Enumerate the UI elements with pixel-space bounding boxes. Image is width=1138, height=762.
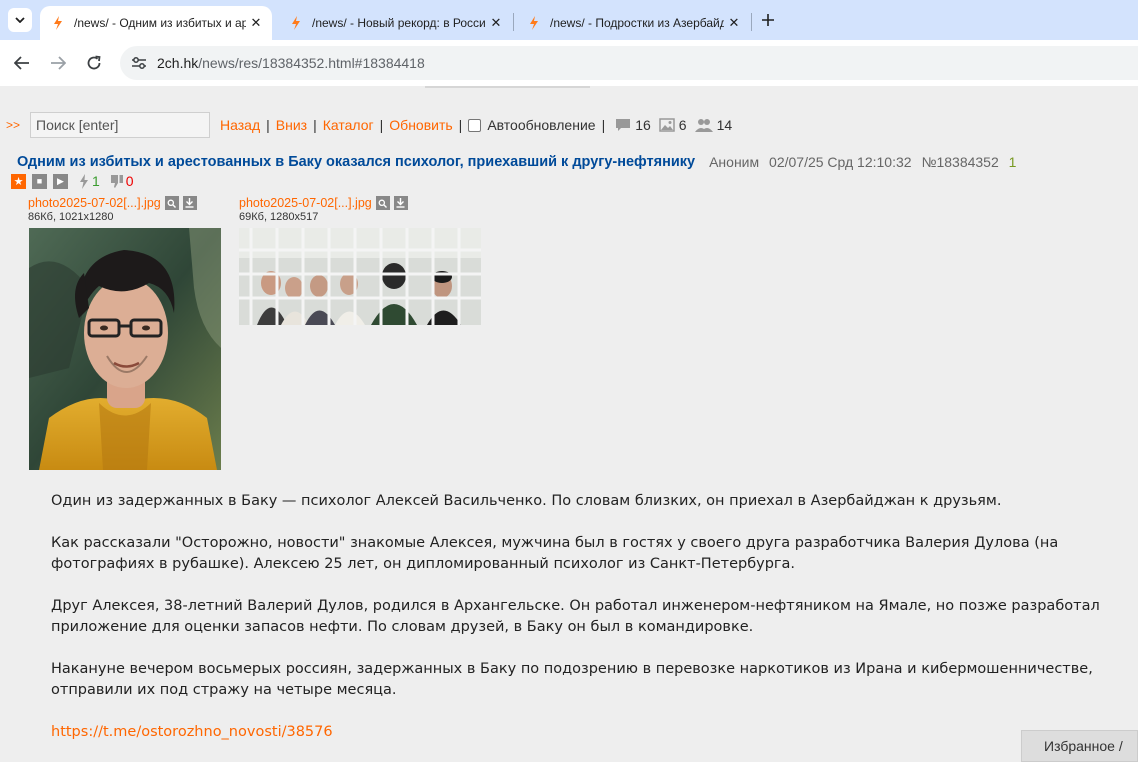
file-meta: 86Кб, 1021x1280 xyxy=(28,211,114,223)
lightning-favicon-icon xyxy=(530,16,538,30)
hide-post-icon[interactable]: ■ xyxy=(32,173,47,189)
tab-divider xyxy=(513,13,514,31)
image-thumbnail-courtroom[interactable] xyxy=(239,228,481,325)
top-bar-remnant xyxy=(425,86,590,88)
separator: | xyxy=(379,117,384,133)
autoupdate-label: Автообновление xyxy=(487,117,596,133)
tab-close-icon[interactable]: ✕ xyxy=(486,16,506,31)
tab-active[interactable]: /news/ - Одним из избитых и арестованных… xyxy=(40,6,272,40)
page-content: >> Назад | Вниз | Каталог | Обновить | А… xyxy=(0,86,1138,762)
reload-button[interactable] xyxy=(82,51,106,75)
separator: | xyxy=(313,117,317,133)
search-input[interactable] xyxy=(30,112,211,138)
post-header: Одним из избитых и арестованных в Баку о… xyxy=(17,152,1016,172)
refresh-link[interactable]: Обновить xyxy=(389,117,452,133)
tune-icon xyxy=(132,57,146,69)
thumbs-down-icon[interactable] xyxy=(110,174,124,189)
url-path: /news/res/18384352.html#18384418 xyxy=(198,55,425,71)
forward-button[interactable] xyxy=(46,51,70,75)
address-bar[interactable]: 2ch.hk/news/res/18384352.html#18384418 xyxy=(120,46,1138,80)
nav-arrows: >> xyxy=(6,118,21,132)
favorites-panel[interactable]: Избранное / xyxy=(1021,730,1138,762)
image-icon xyxy=(659,118,675,132)
posters-count: 14 xyxy=(716,117,733,133)
file-meta: 69Кб, 1280x517 xyxy=(239,211,319,223)
post-paragraph: Как рассказали "Осторожно, новости" знак… xyxy=(51,535,1059,572)
tab-strip: /news/ - Одним из избитых и арестованных… xyxy=(0,0,1138,40)
post-replies-count[interactable]: 1 xyxy=(1009,154,1017,170)
site-info-button[interactable] xyxy=(129,53,149,73)
autoupdate-checkbox[interactable] xyxy=(468,118,482,132)
post-number[interactable]: №18384352 xyxy=(921,154,998,170)
post-paragraph: Накануне вечером восьмерых россиян, заде… xyxy=(51,661,1093,698)
play-icon[interactable]: ▶ xyxy=(53,173,68,189)
tab-3[interactable]: /news/ - Подростки из Азербайджана ✕ xyxy=(516,6,750,40)
users-icon xyxy=(694,119,713,132)
post-meta: Аноним 02/07/25 Срд 12:10:32 №18384352 1 xyxy=(709,154,1016,170)
post-actions: ★ ■ ▶ 1 0 xyxy=(11,172,134,190)
post-title: Одним из избитых и арестованных в Баку о… xyxy=(17,154,696,170)
tab-divider xyxy=(751,13,752,31)
url-host: 2ch.hk xyxy=(157,55,199,71)
browser-toolbar: 2ch.hk/news/res/18384352.html#18384418 xyxy=(0,40,1138,86)
tab-close-icon[interactable]: ✕ xyxy=(724,16,744,31)
post-body: Один из задержанных в Баку — психолог Ал… xyxy=(51,491,1111,762)
post-paragraph: Один из задержанных в Баку — психолог Ал… xyxy=(51,493,1002,509)
lightning-like-icon[interactable] xyxy=(78,173,90,189)
catalog-link[interactable]: Каталог xyxy=(323,117,374,133)
file-name-row: photo2025-07-02[...].jpg xyxy=(28,196,197,210)
url-text: 2ch.hk/news/res/18384352.html#18384418 xyxy=(157,55,425,71)
file-info: photo2025-07-02[...].jpg 69Кб, 1280x517 xyxy=(239,196,408,223)
reload-icon xyxy=(87,55,101,70)
search-image-icon[interactable] xyxy=(164,196,179,210)
plus-icon xyxy=(762,14,774,26)
tab-title: /news/ - Новый рекорд: в России xyxy=(312,16,486,30)
new-tab-button[interactable] xyxy=(756,8,780,32)
tab-2[interactable]: /news/ - Новый рекорд: в России ✕ xyxy=(278,6,512,40)
tab-close-icon[interactable]: ✕ xyxy=(246,16,266,31)
separator: | xyxy=(601,117,606,133)
separator: | xyxy=(266,117,270,133)
images-stat: 6 xyxy=(659,117,691,133)
arrow-right-icon xyxy=(51,56,66,70)
lightning-favicon-icon xyxy=(292,16,300,30)
tab-title: /news/ - Одним из избитых и арестованных… xyxy=(74,16,246,30)
file-info: photo2025-07-02[...].jpg 86Кб, 1021x1280 xyxy=(28,196,197,223)
image-thumbnail-portrait[interactable] xyxy=(29,228,221,470)
search-image-icon[interactable] xyxy=(375,196,390,210)
posters-stat: 14 xyxy=(694,117,737,133)
post-date: 02/07/25 Срд 12:10:32 xyxy=(769,154,912,170)
favorite-star-icon[interactable]: ★ xyxy=(11,173,26,189)
like-count: 1 xyxy=(92,173,100,189)
posts-count: 16 xyxy=(635,117,651,133)
tab-title: /news/ - Подростки из Азербайджана xyxy=(550,16,724,30)
comment-icon xyxy=(616,119,631,131)
arrow-left-icon xyxy=(14,56,29,70)
back-button[interactable] xyxy=(10,51,34,75)
posts-stat: 16 xyxy=(615,117,655,133)
down-link[interactable]: Вниз xyxy=(276,117,307,133)
download-icon[interactable] xyxy=(182,196,197,210)
post-author: Аноним xyxy=(709,154,760,170)
separator: | xyxy=(458,117,463,133)
back-link[interactable]: Назад xyxy=(220,117,260,133)
lightning-favicon-icon xyxy=(54,16,62,30)
images-count: 6 xyxy=(678,117,687,133)
thread-nav: >> Назад | Вниз | Каталог | Обновить | А… xyxy=(6,111,736,139)
chevron-down-icon xyxy=(15,17,25,23)
tab-search-button[interactable] xyxy=(8,8,32,32)
file-name-link[interactable]: photo2025-07-02[...].jpg xyxy=(239,196,372,210)
download-icon[interactable] xyxy=(393,196,408,210)
dislike-count: 0 xyxy=(125,173,134,189)
source-link[interactable]: https://t.me/ostorozhno_novosti/38576 xyxy=(51,724,333,740)
file-name-link[interactable]: photo2025-07-02[...].jpg xyxy=(28,196,161,210)
post-paragraph: Друг Алексея, 38-летний Валерий Дулов, р… xyxy=(51,598,1100,635)
file-name-row: photo2025-07-02[...].jpg xyxy=(239,196,408,210)
